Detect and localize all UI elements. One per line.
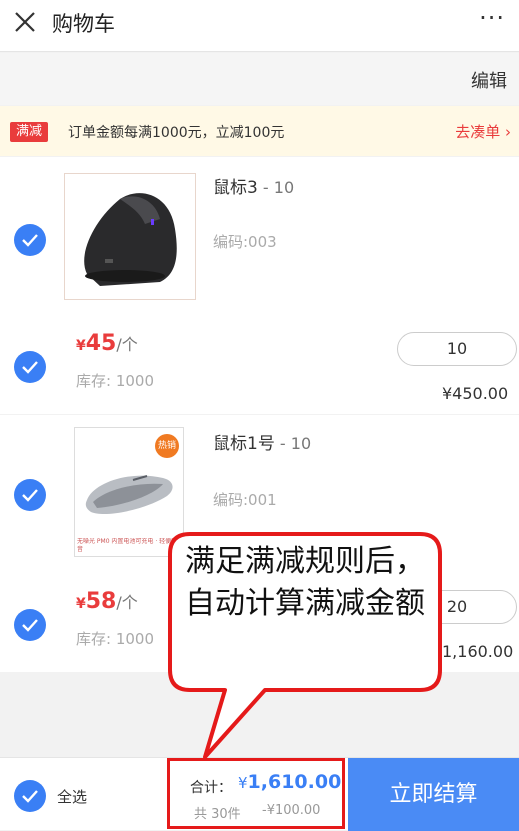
callout-bubble	[168, 532, 442, 759]
callout-text: 满足满减规则后，自动计算满减金额	[185, 544, 425, 621]
